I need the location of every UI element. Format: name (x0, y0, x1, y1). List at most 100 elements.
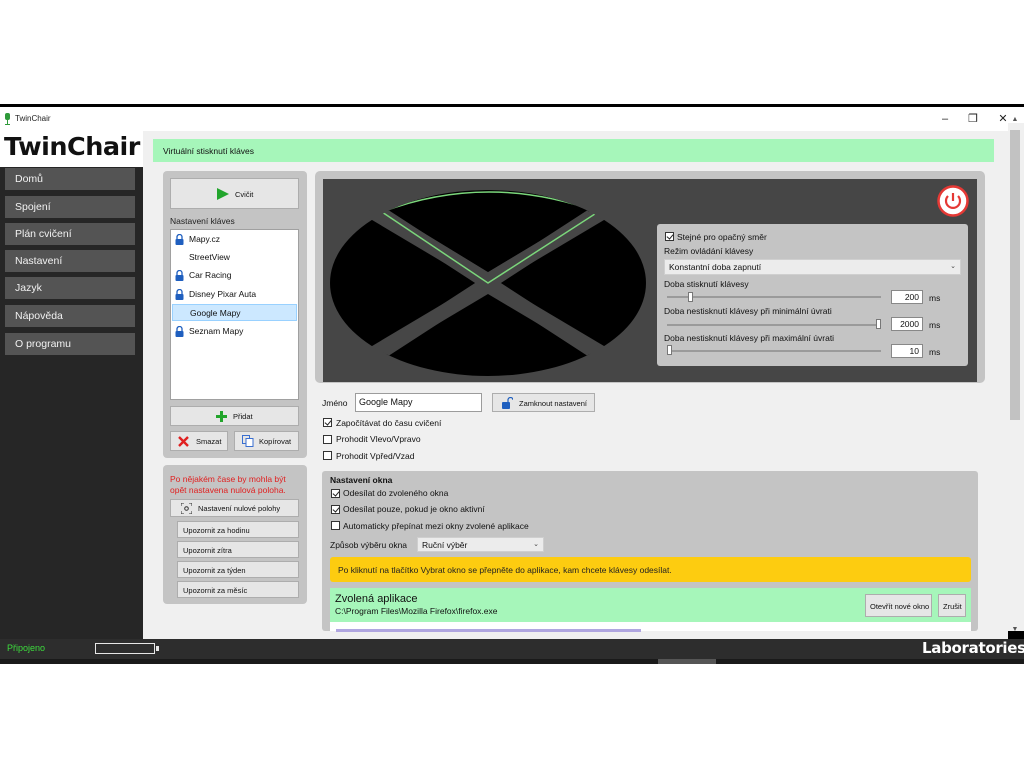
same-opposite-checkbox[interactable] (665, 232, 674, 241)
press-time-slider-thumb[interactable] (688, 292, 693, 302)
lock-icon (175, 270, 184, 281)
sidebar-item-settings[interactable]: Nastavení (5, 250, 135, 272)
reset-zero-position-button[interactable]: Nastavení nulové polohy (170, 499, 299, 517)
sidebar-item-language[interactable]: Jazyk (5, 277, 135, 299)
power-icon[interactable] (937, 185, 969, 217)
swap-forward-back-checkbox[interactable] (323, 451, 332, 460)
page-title: Virtuální stisknutí kláves (163, 146, 255, 156)
list-item[interactable]: StreetView (172, 249, 297, 266)
list-item-selected[interactable]: Google Mapy (172, 304, 297, 321)
press-time-input[interactable]: 200 (891, 290, 923, 304)
copy-icon (242, 435, 254, 447)
horizontal-scrollbar[interactable] (0, 659, 1024, 664)
window-settings-title: Nastavení okna (330, 475, 393, 485)
list-item[interactable]: Mapy.cz (172, 231, 297, 248)
count-time-checkbox[interactable] (323, 418, 332, 427)
count-time-label: Započítávat do času cvičení (336, 418, 442, 428)
lock-icon (175, 234, 184, 245)
lock-settings-button[interactable]: Zamknout nastavení (492, 393, 595, 412)
min-release-slider-thumb[interactable] (876, 319, 881, 329)
key-settings-label: Nastavení kláves (170, 216, 235, 226)
title-bar: TwinChair – ❐ ✕ (0, 107, 1024, 131)
press-time-slider[interactable] (667, 296, 881, 298)
mode-select[interactable]: Konstantní doba zapnutí ⌄ (664, 259, 961, 275)
max-release-slider-thumb[interactable] (667, 345, 672, 355)
sidebar-item-training-plan[interactable]: Plán cvičení (5, 223, 135, 245)
chevron-down-icon: ⌄ (950, 263, 956, 270)
min-release-input[interactable]: 2000 (891, 317, 923, 331)
max-release-label: Doba nestisknutí klávesy při maximální ú… (664, 333, 835, 343)
laboratories-logo: Laboratories (922, 639, 1024, 657)
swap-left-right-checkbox[interactable] (323, 435, 332, 444)
list-item[interactable]: Car Racing (172, 267, 297, 284)
delete-x-icon (178, 436, 189, 447)
sidebar-item-about[interactable]: O programu (5, 333, 135, 355)
send-selected-window-checkbox[interactable] (331, 489, 340, 498)
vertical-scrollbar[interactable]: ▲ ▼ (1008, 116, 1024, 633)
send-active-only-label: Odesílat pouze, pokud je okno aktivní (343, 504, 485, 514)
remind-hour-button[interactable]: Upozornit za hodinu (177, 521, 299, 538)
unit-ms: ms (929, 320, 941, 330)
horizontal-scrollbar-thumb[interactable] (658, 659, 716, 664)
name-label: Jméno (322, 398, 348, 408)
sidebar-item-help[interactable]: Nápověda (5, 305, 135, 327)
same-opposite-label: Stejné pro opačný směr (677, 232, 767, 242)
direction-pad[interactable] (330, 190, 646, 376)
add-button[interactable]: Přidat (170, 406, 299, 426)
remind-week-button[interactable]: Upozornit za týden (177, 561, 299, 578)
auto-switch-label: Automaticky přepínat mezi okny zvolené a… (343, 521, 529, 531)
play-icon (217, 188, 229, 200)
minimize-button[interactable]: – (937, 111, 953, 127)
min-release-label: Doba nestisknutí klávesy při minimální ú… (664, 306, 832, 316)
plus-icon (216, 411, 227, 422)
window-title: TwinChair (15, 114, 51, 123)
selection-method-select[interactable]: Ruční výběr ⌄ (417, 537, 544, 552)
remind-month-button[interactable]: Upozornit za měsíc (177, 581, 299, 598)
battery-icon (95, 643, 159, 654)
list-item[interactable]: Disney Pixar Auta (172, 286, 297, 303)
swap-forward-back-label: Prohodit Vpřed/Vzad (336, 451, 415, 461)
focus-target-icon (181, 503, 192, 514)
selected-app-progress (336, 629, 641, 632)
sidebar-item-connection[interactable]: Spojení (5, 196, 135, 218)
lock-icon (175, 289, 184, 300)
send-active-only-checkbox[interactable] (331, 505, 340, 514)
train-button[interactable]: Cvičit (170, 178, 299, 209)
sidebar-item-home[interactable]: Domů (5, 168, 135, 190)
unlock-icon (502, 397, 513, 409)
list-item[interactable]: Seznam Mapy (172, 323, 297, 340)
name-input[interactable]: Google Mapy (355, 393, 482, 412)
open-new-window-button[interactable]: Otevřít nové okno (865, 594, 932, 617)
remind-tomorrow-button[interactable]: Upozornit zítra (177, 541, 299, 558)
preset-list[interactable]: Mapy.cz StreetView Car Racing Disney Pix… (170, 229, 299, 400)
unit-ms: ms (929, 347, 941, 357)
max-release-slider[interactable] (667, 350, 881, 352)
send-selected-window-label: Odesílat do zvoleného okna (343, 488, 449, 498)
maximize-button[interactable]: ❐ (965, 111, 981, 127)
connection-status: Připojeno (7, 643, 46, 653)
twinchair-logo: TwinChair (4, 132, 140, 161)
logo-area: TwinChair (0, 131, 143, 167)
page-header: Virtuální stisknutí kláves (153, 139, 994, 162)
auto-switch-checkbox[interactable] (331, 521, 340, 530)
app-icon (5, 113, 10, 125)
scrollbar-thumb[interactable] (1010, 130, 1020, 420)
scroll-down-arrow-icon[interactable]: ▼ (1008, 626, 1022, 633)
selected-app-path: C:\Program Files\Mozilla Firefox\firefox… (335, 606, 498, 616)
scroll-up-arrow-icon[interactable]: ▲ (1008, 116, 1022, 123)
info-banner-text: Po kliknutí na tlačítko Vybrat okno se p… (338, 565, 672, 575)
chevron-down-icon: ⌄ (533, 541, 539, 548)
min-release-slider[interactable] (667, 324, 881, 326)
max-release-input[interactable]: 10 (891, 344, 923, 358)
selection-method-label: Způsob výběru okna (330, 540, 408, 550)
press-time-label: Doba stisknutí klávesy (664, 279, 749, 289)
copy-button[interactable]: Kopírovat (234, 431, 299, 451)
reset-warning-text: Po nějakém čase by mohla být opět nastav… (170, 474, 286, 495)
swap-left-right-label: Prohodit Vlevo/Vpravo (336, 434, 421, 444)
cancel-button[interactable]: Zrušit (938, 594, 966, 617)
delete-button[interactable]: Smazat (170, 431, 228, 451)
selected-app-title: Zvolená aplikace (335, 593, 418, 605)
sidebar: TwinChair Domů Spojení Plán cvičení Nast… (0, 131, 143, 639)
mode-label: Režim ovládání klávesy (664, 246, 754, 256)
lock-icon (175, 326, 184, 337)
